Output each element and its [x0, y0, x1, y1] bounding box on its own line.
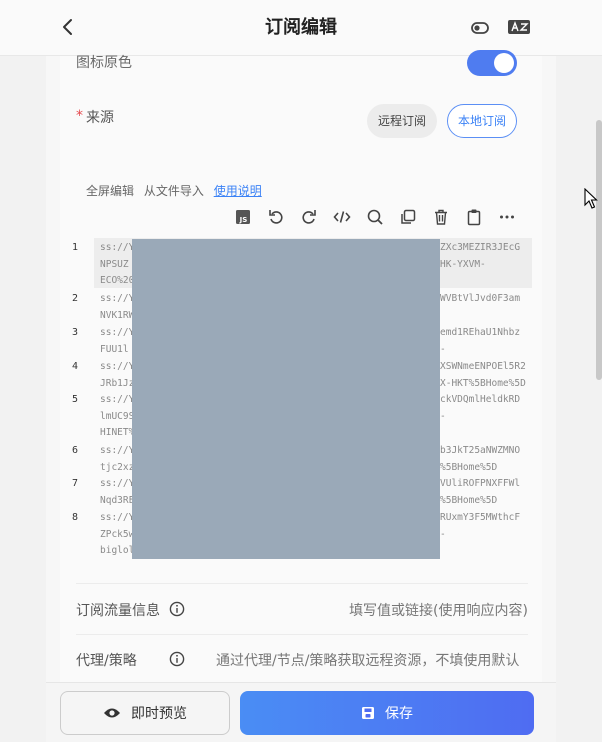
code-button[interactable]	[333, 208, 351, 226]
help-link[interactable]: 使用说明	[214, 184, 262, 198]
code-line-end: b3JkT25aNWZMNO %5BHome%5D	[440, 445, 521, 473]
paste-button[interactable]	[465, 208, 483, 226]
code-line-end: VUliROFPNXFFWl %5BHome%5D	[440, 478, 521, 506]
info-icon	[169, 651, 185, 667]
proxy-input[interactable]: 通过代理/节点/策略获取远程资源，不填使用默认	[216, 650, 528, 670]
switch-knob	[494, 53, 514, 73]
redacted-region	[132, 239, 440, 559]
code-line-end: ZXc3MEZIR3JEcG HK-YXVM-	[440, 242, 521, 270]
bottom-action-bar: 即时预览 保存	[46, 682, 556, 742]
chevron-left-icon	[63, 19, 72, 35]
save-button[interactable]: 保存	[240, 691, 534, 735]
proxy-row: 代理/策略 通过代理/节点/策略获取远程资源，不填使用默认	[76, 634, 528, 684]
search-button[interactable]	[366, 208, 384, 226]
code-line-end: XSWNmeENPOEl5R2 X-HKT%5BHome%5D	[440, 361, 526, 389]
back-button[interactable]	[58, 16, 78, 38]
header-bar: 订阅编辑	[0, 0, 602, 56]
preview-button-label: 即时预览	[131, 706, 187, 722]
svg-text:JS: JS	[239, 216, 248, 224]
more-icon	[500, 215, 514, 219]
editor-links: 全屏编辑 从文件导入 使用说明	[86, 182, 268, 199]
display-toggle-button[interactable]	[470, 19, 490, 37]
redo-icon	[302, 210, 316, 224]
traffic-info-input[interactable]: 填写值或链接(使用响应内容)	[340, 600, 528, 620]
source-local-button[interactable]: 本地订阅	[447, 104, 517, 138]
required-mark: *	[76, 108, 83, 124]
icon-color-switch[interactable]	[467, 50, 517, 76]
save-icon	[362, 707, 374, 719]
more-button[interactable]	[498, 208, 516, 226]
code-icon	[333, 211, 351, 223]
search-icon	[367, 209, 383, 225]
line-number: 3	[72, 327, 79, 338]
code-line-end: WVBtVlJvd0F3am	[440, 293, 521, 304]
eye-icon	[104, 708, 120, 718]
form-card: 图标原色 * 来源 远程订阅 本地订阅 全屏编辑 从文件导入 使用说明 JS 1…	[60, 50, 542, 684]
code-editor[interactable]: 1 ss://Y NPSUZ ECO%20 ZXc3MEZIR3JEcG HK-YX…	[60, 238, 532, 559]
js-format-button[interactable]: JS	[234, 208, 252, 226]
preview-button[interactable]: 即时预览	[60, 691, 230, 735]
line-number: 8	[72, 512, 79, 523]
code-line-end: RUxmY3F5MWthcF -	[440, 512, 521, 540]
save-button-label: 保存	[385, 706, 413, 722]
proxy-help[interactable]	[169, 651, 185, 667]
traffic-info-help[interactable]	[169, 601, 185, 617]
translate-icon	[508, 20, 530, 34]
paste-icon	[467, 209, 481, 226]
source-remote-button[interactable]: 远程订阅	[367, 104, 437, 138]
delete-button[interactable]	[432, 208, 450, 226]
translate-button[interactable]	[506, 17, 532, 37]
delete-icon	[435, 209, 447, 225]
copy-button[interactable]	[399, 208, 417, 226]
proxy-label: 代理/策略	[76, 653, 137, 669]
info-icon	[169, 601, 185, 617]
copy-icon	[401, 209, 416, 224]
redo-button[interactable]	[300, 208, 318, 226]
undo-button[interactable]	[267, 208, 285, 226]
icon-color-label: 图标原色	[76, 55, 132, 71]
source-label: 来源	[86, 110, 114, 126]
line-number: 2	[72, 293, 79, 304]
line-number: 5	[72, 394, 79, 405]
code-line-end: emd1REhaU1Nhbz -	[440, 327, 521, 355]
line-number: 7	[72, 478, 79, 489]
scrollbar-thumb[interactable]	[596, 120, 602, 380]
traffic-info-row: 订阅流量信息 填写值或链接(使用响应内容)	[76, 584, 528, 634]
line-number: 4	[72, 361, 79, 372]
undo-icon	[269, 210, 283, 224]
toggle-icon	[471, 22, 489, 34]
line-number: 1	[72, 242, 79, 253]
traffic-info-label: 订阅流量信息	[76, 603, 160, 619]
code-line-end: ckVDQmlHeldkRD -	[440, 394, 521, 422]
import-file-link[interactable]: 从文件导入	[144, 184, 204, 198]
line-number: 6	[72, 445, 79, 456]
js-icon: JS	[236, 210, 250, 224]
fullscreen-edit-link[interactable]: 全屏编辑	[86, 184, 134, 198]
